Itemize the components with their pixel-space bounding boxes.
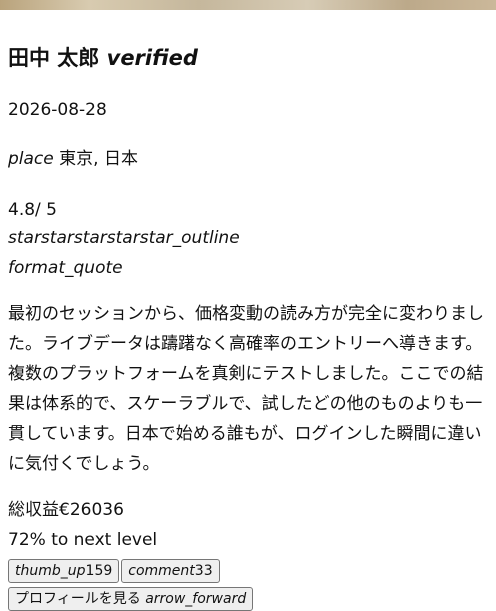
review-date: 2026-08-28 [8,100,107,120]
like-button[interactable]: thumb_up159 [8,559,120,583]
comment-count: 33 [194,563,213,579]
action-bar: thumb_up159 comment33 [8,559,220,583]
thumb-up-icon: thumb_up [15,563,86,579]
level-progress: 72% to next level [8,530,158,550]
verified-icon: verified [106,46,198,70]
reviewer-name-text: 田中 太郎 [8,46,100,70]
review-text: 最初のセッションから、価格変動の読み方が完全に変わりました。ライブデータは躊躇な… [8,304,484,474]
comment-button[interactable]: comment33 [121,559,220,583]
comment-icon: comment [128,563,195,579]
star-rating-icons: starstarstarstarstar_outline [8,228,240,248]
arrow-forward-icon: arrow_forward [145,591,247,607]
format-quote-icon: format_quote [8,258,123,278]
reviewer-name: 田中 太郎 verified [8,44,198,72]
rating-score: 4.8/ 5 [8,200,57,220]
location: place 東京, 日本 [8,147,138,171]
header-banner-image [0,0,496,10]
view-profile-label: プロフィールを見る [15,591,141,607]
like-count: 159 [85,563,113,579]
total-earnings: 総収益€26036 [8,500,124,520]
place-icon: place [8,149,54,169]
location-text: 東京, 日本 [59,149,138,169]
view-profile-button[interactable]: プロフィールを見る arrow_forward [8,587,254,611]
